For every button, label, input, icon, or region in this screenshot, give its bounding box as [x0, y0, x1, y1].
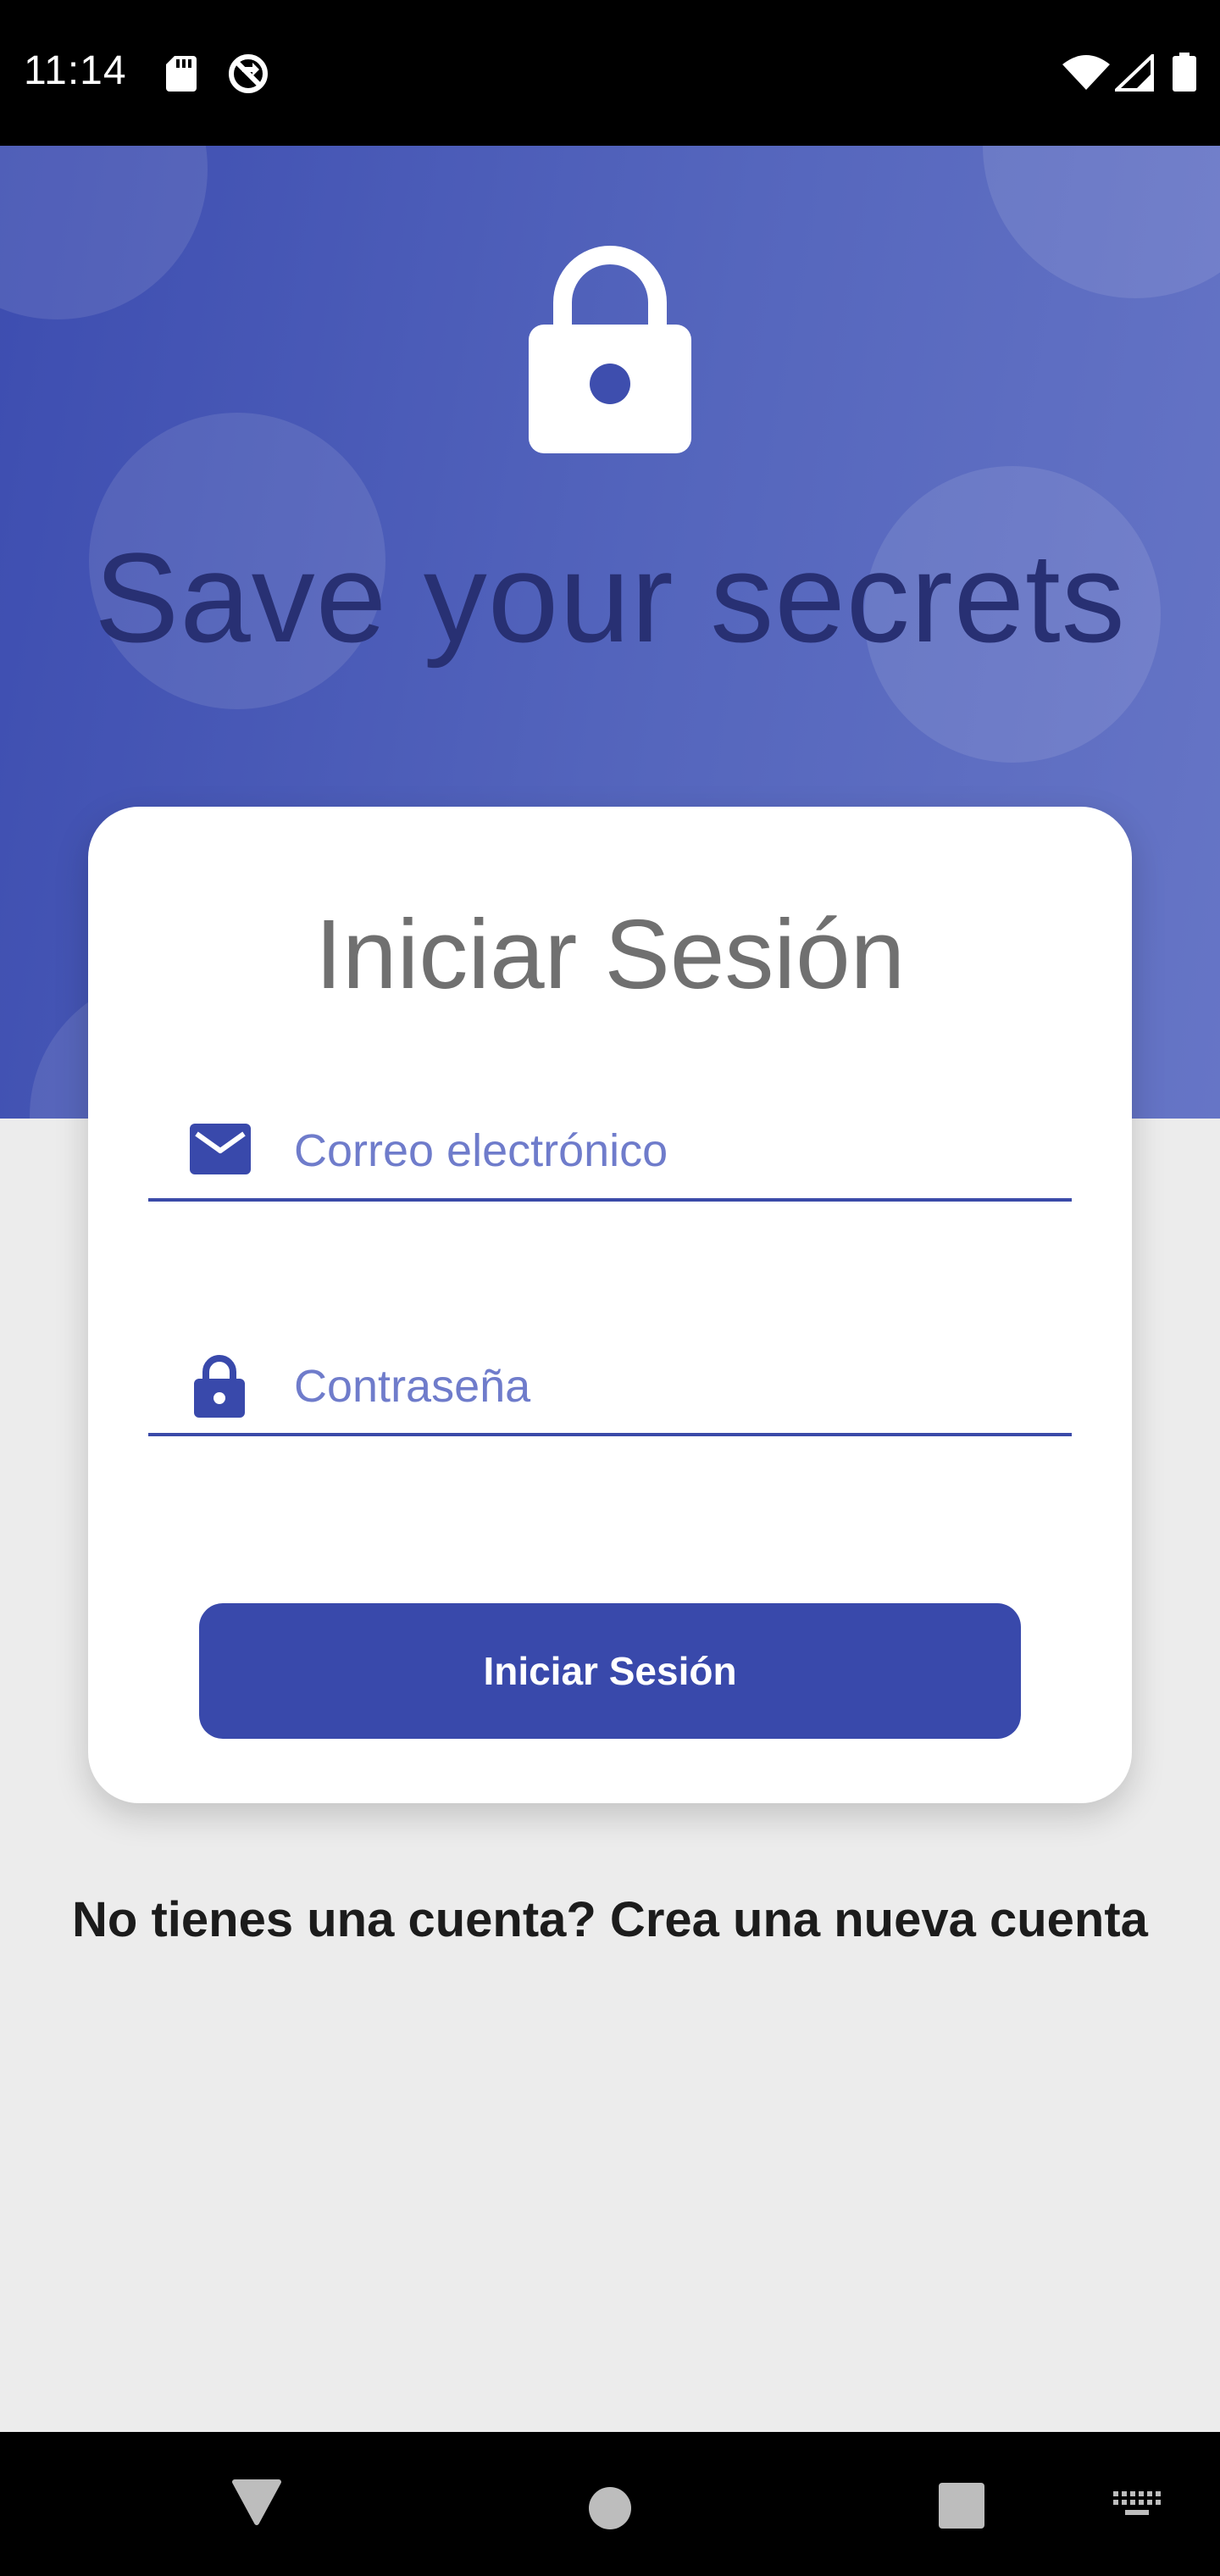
mail-icon [190, 1124, 251, 1179]
email-field[interactable]: Correo electrónico [148, 1049, 1072, 1202]
cell-signal-icon [1112, 52, 1154, 96]
decorative-bubble [983, 146, 1220, 298]
sync-disabled-icon [227, 53, 269, 99]
lock-icon [529, 243, 691, 458]
status-bar: 11:14 [0, 0, 1220, 146]
password-field[interactable]: Contraseña [148, 1284, 1072, 1436]
status-time: 11:14 [24, 48, 127, 93]
email-placeholder: Correo electrónico [294, 1125, 668, 1176]
decorative-bubble [0, 146, 208, 319]
wifi-icon [1062, 54, 1110, 94]
password-placeholder: Contraseña [294, 1361, 531, 1412]
battery-icon [1173, 53, 1196, 96]
login-card: Iniciar Sesión Correo electrónico Contra… [88, 807, 1132, 1803]
lock-icon [194, 1353, 245, 1422]
signup-link[interactable]: No tienes una cuenta? Crea una nueva cue… [0, 1896, 1220, 1945]
card-title: Iniciar Sesión [314, 899, 906, 1009]
navigation-bar [0, 2432, 1220, 2576]
app-title: Save your secrets [94, 526, 1126, 669]
home-icon[interactable] [588, 2486, 632, 2534]
sd-card-icon [166, 56, 197, 96]
login-screen: 11:14 Save your secrets Iniciar Sesión C… [0, 0, 1220, 2576]
recents-icon[interactable] [939, 2483, 984, 2533]
login-button[interactable]: Iniciar Sesión [199, 1603, 1021, 1739]
keyboard-icon[interactable] [1113, 2491, 1161, 2526]
back-icon[interactable] [231, 2479, 282, 2530]
